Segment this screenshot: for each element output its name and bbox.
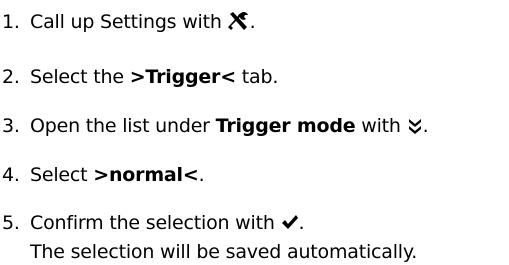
- step-text-after: .: [422, 115, 429, 137]
- step-3: 3. Open the list under Trigger mode with …: [0, 113, 429, 142]
- step-text: Call up Settings with .: [30, 9, 256, 38]
- step-note: The selection will be saved automaticall…: [30, 241, 418, 263]
- trigger-tab-label: >Trigger<: [129, 66, 236, 88]
- checkmark-icon: [281, 213, 299, 239]
- step-number: 4.: [2, 164, 20, 186]
- step-text-after: .: [198, 164, 205, 186]
- step-text-middle: with: [355, 115, 407, 137]
- step-text: Select the >Trigger< tab.: [30, 64, 278, 90]
- normal-option-label: >normal<: [93, 164, 199, 186]
- step-5: 5. Confirm the selection with . The selec…: [0, 210, 417, 265]
- step-text-before: Select: [30, 164, 94, 186]
- step-text-after: .: [298, 212, 305, 234]
- step-text: Open the list under Trigger mode with .: [30, 113, 429, 142]
- step-text-before: Call up Settings with: [30, 11, 228, 33]
- tools-icon: [227, 11, 250, 38]
- step-text-after: .: [249, 11, 256, 33]
- trigger-mode-label: Trigger mode: [215, 115, 356, 137]
- step-text-before: Open the list under: [30, 115, 216, 137]
- instruction-steps: 1. Call up Settings with . 2. Select the >…: [0, 0, 509, 263]
- step-number: 5.: [2, 212, 20, 234]
- step-number: 1.: [2, 11, 20, 33]
- step-text-before: Confirm the selection with: [30, 212, 281, 234]
- step-1: 1. Call up Settings with .: [0, 9, 256, 38]
- step-text: Select >normal<.: [30, 162, 205, 188]
- step-text-before: Select the: [30, 66, 130, 88]
- step-text-after: tab.: [235, 66, 279, 88]
- step-text: Confirm the selection with .: [30, 210, 305, 239]
- step-number: 2.: [2, 66, 20, 88]
- step-4: 4. Select >normal<.: [0, 162, 205, 188]
- step-number: 3.: [2, 115, 20, 137]
- step-2: 2. Select the >Trigger< tab.: [0, 64, 278, 90]
- chevron-double-down-icon: [407, 116, 423, 142]
